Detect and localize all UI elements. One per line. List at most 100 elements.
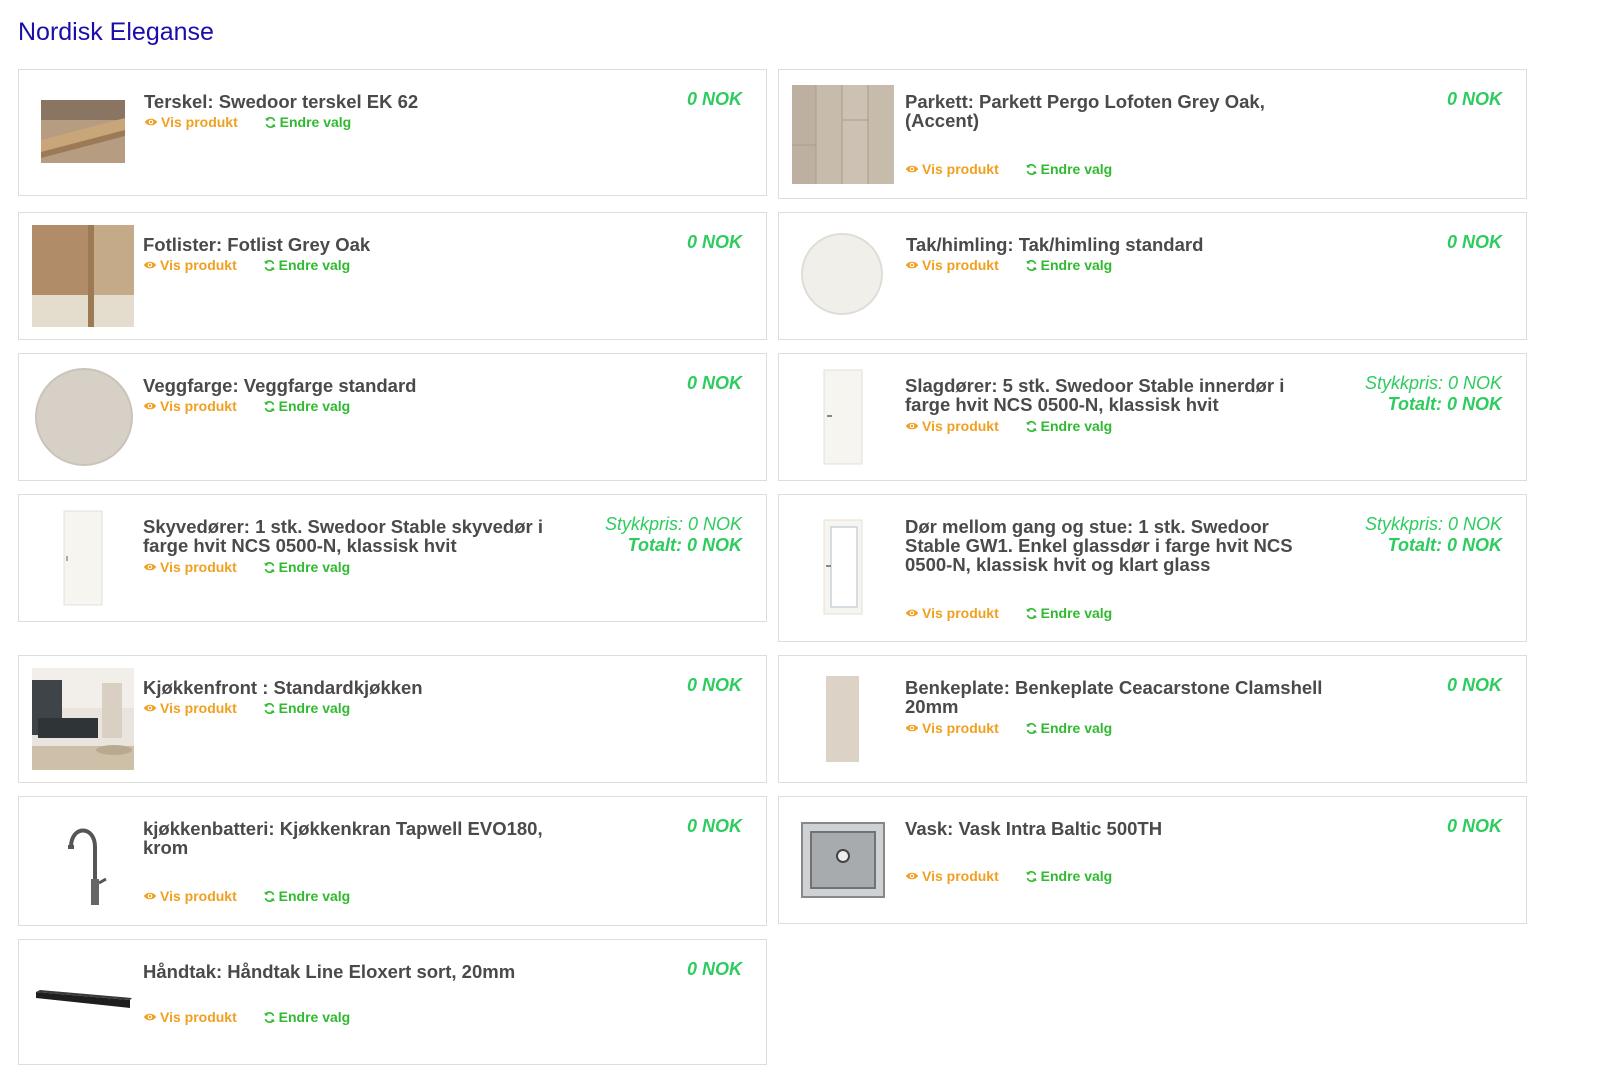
product-card-kjokkenbatteri: kjøkkenbatteri: Kjøkkenkran Tapwell EVO1… [18,796,767,926]
endre-valg-label: Endre valg [278,257,351,273]
product-card-slagdorer: Slagdører: 5 stk. Swedoor Stable innerdø… [778,353,1527,481]
endre-valg-link[interactable]: Endre valg [1025,868,1112,884]
eye-icon [143,560,157,574]
endre-valg-link[interactable]: Endre valg [263,559,351,575]
vis-produkt-label: Vis produkt [922,868,999,884]
vis-produkt-label: Vis produkt [160,700,237,716]
vis-produkt-link[interactable]: Vis produkt [905,605,999,621]
product-title: Skyvedører: 1 stk. Swedoor Stable skyved… [143,516,543,556]
vis-produkt-link[interactable]: Vis produkt [143,888,237,904]
price: 0 NOK [686,816,742,836]
parquet-thumbnail [792,85,894,184]
product-title: Tak/himling: Tak/himling standard [906,234,1204,255]
endre-valg-link[interactable]: Endre valg [263,888,351,904]
door-thumbnail [823,369,863,465]
vis-produkt-link[interactable]: Vis produkt [905,720,999,736]
price-block: Stykkpris: 0 NOK Totalt: 0 NOK [1365,373,1502,415]
refresh-icon [263,259,276,272]
endre-valg-label: Endre valg [278,700,351,716]
product-card-vask: Vask: Vask Intra Baltic 500TH Vis produk… [778,796,1527,924]
price: 0 NOK [686,89,742,109]
endre-valg-link[interactable]: Endre valg [263,257,351,273]
product-card-dor-mellom-gang-og-stue: Dør mellom gang og stue: 1 stk. Swedoor … [778,494,1527,642]
vis-produkt-link[interactable]: Vis produkt [905,257,999,273]
vis-produkt-link[interactable]: Vis produkt [143,559,237,575]
endre-valg-link[interactable]: Endre valg [263,1009,351,1025]
product-card-benkeplate: Benkeplate: Benkeplate Ceacarstone Clams… [778,655,1527,783]
endre-valg-link[interactable]: Endre valg [1025,720,1113,736]
endre-valg-label: Endre valg [278,559,351,575]
price: 0 NOK [686,959,742,979]
total-price: Totalt: 0 NOK [1387,394,1502,414]
product-title: Terskel: Swedoor terskel EK 62 [144,91,419,112]
threshold-thumbnail [41,100,125,163]
refresh-icon [263,890,276,903]
endre-valg-label: Endre valg [1040,720,1113,736]
product-card-veggfarge: Veggfarge: Veggfarge standard Vis produk… [18,353,767,481]
refresh-icon [263,561,276,574]
vis-produkt-link[interactable]: Vis produkt [143,1009,237,1025]
countertop-thumbnail [826,676,859,762]
product-title: kjøkkenbatteri: Kjøkkenkran Tapwell EVO1… [143,818,543,858]
vis-produkt-link[interactable]: Vis produkt [143,700,237,716]
sink-thumbnail [801,822,885,898]
price-block: Stykkpris: 0 NOK Totalt: 0 NOK [1365,514,1502,556]
faucet-thumbnail [68,828,107,905]
vis-produkt-label: Vis produkt [160,559,237,575]
vis-produkt-link[interactable]: Vis produkt [905,161,999,177]
vis-produkt-label: Vis produkt [160,257,237,273]
ceiling-swatch-thumbnail [801,233,883,315]
endre-valg-label: Endre valg [1040,161,1113,177]
eye-icon [144,115,158,129]
refresh-icon [1025,163,1038,176]
sliding-door-thumbnail [63,510,103,606]
vis-produkt-label: Vis produkt [160,398,237,414]
product-title: Slagdører: 5 stk. Swedoor Stable innerdø… [905,375,1285,415]
glass-door-thumbnail [823,519,863,615]
price-block: Stykkpris: 0 NOK Totalt: 0 NOK [605,514,742,556]
price: 0 NOK [686,373,742,393]
product-card-kjokkenfront: Kjøkkenfront : Standardkjøkken Vis produ… [18,655,767,783]
vis-produkt-label: Vis produkt [161,114,238,130]
endre-valg-label: Endre valg [278,398,351,414]
endre-valg-link[interactable]: Endre valg [1025,418,1112,434]
eye-icon [905,606,919,620]
product-card-skyvedorer: Skyvedører: 1 stk. Swedoor Stable skyved… [18,494,767,622]
vis-produkt-link[interactable]: Vis produkt [905,868,999,884]
kitchen-thumbnail [32,668,134,770]
eye-icon [905,162,919,176]
price: 0 NOK [1446,816,1502,836]
vis-produkt-label: Vis produkt [160,1009,237,1025]
endre-valg-link[interactable]: Endre valg [1025,161,1113,177]
product-title: Vask: Vask Intra Baltic 500TH [905,818,1163,839]
endre-valg-label: Endre valg [278,1009,351,1025]
price: 0 NOK [1446,232,1502,252]
refresh-icon [1025,607,1038,620]
vis-produkt-link[interactable]: Vis produkt [905,418,999,434]
product-card-terskel: Terskel: Swedoor terskel EK 62 Vis produ… [18,69,767,196]
endre-valg-label: Endre valg [278,888,351,904]
endre-valg-link[interactable]: Endre valg [1025,605,1112,621]
vis-produkt-link[interactable]: Vis produkt [143,398,237,414]
endre-valg-link[interactable]: Endre valg [1025,257,1112,273]
total-price: Totalt: 0 NOK [627,535,742,555]
refresh-icon [263,702,276,715]
product-card-handtak: Håndtak: Håndtak Line Eloxert sort, 20mm… [18,939,767,1065]
unit-price: Stykkpris: 0 NOK [1364,514,1502,534]
product-title: Dør mellom gang og stue: 1 stk. Swedoor … [905,516,1293,575]
handle-thumbnail [36,990,132,1008]
page-title: Nordisk Eleganse [18,18,214,46]
refresh-icon [263,1011,276,1024]
endre-valg-link[interactable]: Endre valg [263,700,351,716]
vis-produkt-link[interactable]: Vis produkt [143,257,237,273]
vis-produkt-label: Vis produkt [922,161,999,177]
refresh-icon [1025,420,1038,433]
endre-valg-link[interactable]: Endre valg [264,114,351,130]
refresh-icon [264,116,277,129]
endre-valg-link[interactable]: Endre valg [263,398,351,414]
vis-produkt-link[interactable]: Vis produkt [144,114,238,130]
refresh-icon [1025,259,1038,272]
eye-icon [905,721,919,735]
refresh-icon [1025,870,1038,883]
eye-icon [905,258,919,272]
